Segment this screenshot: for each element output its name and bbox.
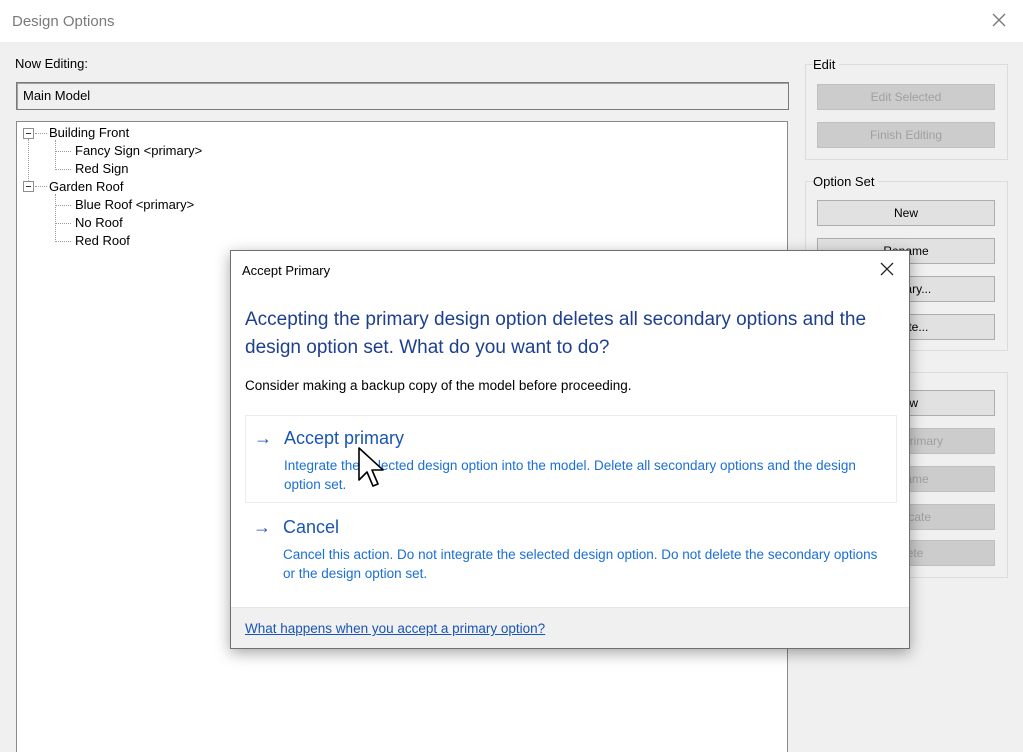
tree-item-no-roof[interactable]: No Roof <box>75 214 123 232</box>
tree-item-red-roof[interactable]: Red Roof <box>75 232 130 250</box>
arrow-right-icon: → <box>254 428 272 448</box>
dialog-title: Accept Primary <box>242 263 331 278</box>
tree-item-label: No Roof <box>75 215 123 230</box>
window-title: Design Options <box>12 13 115 30</box>
cancel-command[interactable]: → Cancel Cancel this action. Do not inte… <box>245 505 897 593</box>
edit-selected-button[interactable]: Edit Selected <box>817 84 995 110</box>
collapse-toggle[interactable] <box>23 181 34 192</box>
tree-item-red-sign[interactable]: Red Sign <box>75 160 128 178</box>
option-set-new-button[interactable]: New <box>817 200 995 226</box>
tree-item-label: Red Sign <box>75 161 129 176</box>
tree-item-garden-roof[interactable]: Garden Roof <box>49 178 123 196</box>
tree-item-label: Building Front <box>49 125 130 140</box>
help-link[interactable]: What happens when you accept a primary o… <box>245 621 545 636</box>
dialog-footer: What happens when you accept a primary o… <box>231 607 909 648</box>
tree-item-label: Red Roof <box>75 233 130 248</box>
arrow-right-icon: → <box>253 517 271 537</box>
collapse-toggle[interactable] <box>23 128 34 139</box>
close-icon[interactable] <box>989 10 1009 30</box>
tree-item-fancy-sign[interactable]: Fancy Sign <primary> <box>75 142 202 160</box>
close-icon[interactable] <box>879 261 895 277</box>
command-title: Cancel <box>283 517 340 537</box>
tree-item-label: Fancy Sign <primary> <box>75 143 203 158</box>
finish-editing-button[interactable]: Finish Editing <box>817 122 995 148</box>
dialog-heading: Accepting the primary design option dele… <box>245 309 867 358</box>
tree-item-blue-roof[interactable]: Blue Roof <primary> <box>75 196 194 214</box>
now-editing-field: Main Model <box>16 82 789 110</box>
tree-item-building-front[interactable]: Building Front <box>49 124 129 142</box>
option-set-group-label: Option Set <box>813 174 879 189</box>
accept-primary-command[interactable]: → Accept primary Integrate the selected … <box>245 415 897 503</box>
command-description: Cancel this action. Do not integrate the… <box>283 547 878 581</box>
edit-group-label: Edit <box>813 57 840 72</box>
accept-primary-dialog: Accept Primary Accepting the primary des… <box>230 250 910 649</box>
dialog-body: Consider making a backup copy of the mod… <box>245 378 632 393</box>
tree-item-label: Garden Roof <box>49 179 124 194</box>
title-bar: Design Options <box>0 0 1023 42</box>
tree-item-label: Blue Roof <primary> <box>75 197 195 212</box>
now-editing-label: Now Editing: <box>15 56 88 71</box>
mouse-cursor-icon <box>358 447 384 487</box>
